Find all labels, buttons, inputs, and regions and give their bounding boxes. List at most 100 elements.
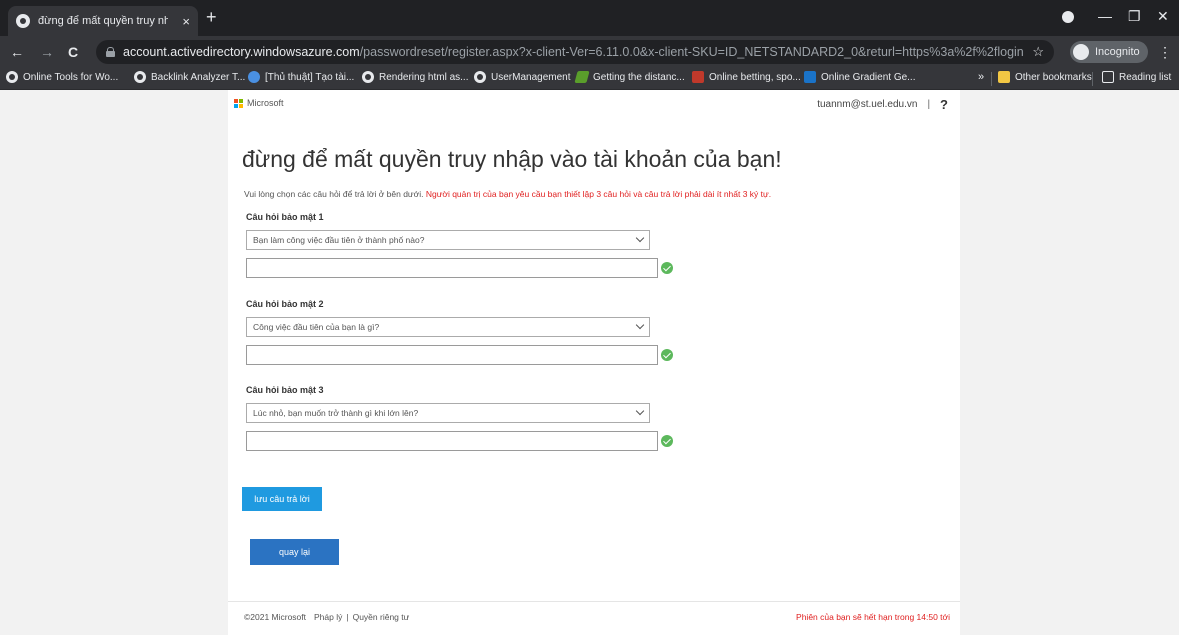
browser-tabstrip: đừng để mất quyền truy nhập vào × + — ❐ … [0, 0, 1179, 36]
bookmark-label: UserManagement [491, 71, 571, 83]
tab-close-icon[interactable]: × [182, 14, 190, 29]
logo-square [234, 103, 238, 108]
browser-tab[interactable]: đừng để mất quyền truy nhập vào × [8, 6, 198, 36]
help-icon[interactable]: ? [940, 97, 948, 112]
browser-menu-icon[interactable]: ⋮ [1158, 44, 1172, 61]
security-question-3-select[interactable]: Lúc nhỏ, bạn muốn trở thành gì khi lớn l… [246, 403, 650, 423]
check-icon [661, 435, 673, 447]
bookmark-star-icon[interactable]: ☆ [1032, 44, 1044, 60]
bookmark-label: Backlink Analyzer T... [151, 71, 246, 83]
minimize-button[interactable]: — [1098, 8, 1112, 24]
bookmark-item[interactable]: Online betting, spo... [692, 71, 801, 83]
security-question-1-label: Câu hỏi bảo mật 1 [246, 212, 324, 222]
globe-icon [16, 14, 30, 28]
logo-square [234, 98, 238, 103]
incognito-badge[interactable]: Incognito [1070, 41, 1148, 63]
security-question-2-label: Câu hỏi bảo mật 2 [246, 299, 324, 309]
reading-list-icon [1102, 71, 1114, 83]
copyright: ©2021 Microsoft [244, 612, 307, 622]
globe-icon [362, 71, 374, 83]
chevron-down-icon [635, 406, 645, 416]
check-icon [661, 262, 673, 274]
header-account: tuannm@st.uel.edu.vn | ? [817, 97, 948, 112]
reload-icon[interactable]: C [68, 44, 78, 60]
bookmark-label: Online betting, spo... [709, 71, 801, 83]
bookmarks-overflow-icon[interactable]: » [978, 71, 984, 83]
security-question-1-select[interactable]: Bạn làm công việc đầu tiên ở thành phố n… [246, 230, 650, 250]
requirement-warning: Người quản trị của bạn yêu cầu bạn thiết… [425, 189, 772, 199]
bookmark-item[interactable]: [Thủ thuật] Tạo tài... [248, 71, 354, 83]
bookmark-item[interactable]: Getting the distanc... [574, 71, 685, 83]
session-expiry-notice: Phiên của bạn sẽ hết hạn trong 14:50 tới [796, 612, 950, 622]
user-email[interactable]: tuannm@st.uel.edu.vn [817, 99, 917, 110]
security-answer-1-input[interactable] [246, 258, 658, 278]
reading-list-label: Reading list [1119, 71, 1172, 83]
content-card: Microsoft tuannm@st.uel.edu.vn | ? đừng … [228, 90, 960, 635]
microsoft-logo: Microsoft [234, 98, 284, 108]
globe-icon [474, 71, 486, 83]
url-host: account.activedirectory.windowsazure.com [123, 45, 360, 59]
chevron-down-icon [635, 233, 645, 243]
bookmark-label: Online Gradient Ge... [821, 71, 916, 83]
close-window-button[interactable]: ✕ [1157, 8, 1169, 25]
security-answer-2-input[interactable] [246, 345, 658, 365]
instructions: Vui lòng chọn các câu hỏi để trả lời ở b… [244, 189, 771, 199]
security-answer-3-input[interactable] [246, 431, 658, 451]
lock-icon[interactable] [106, 47, 115, 57]
bookmark-item[interactable]: Rendering html as... [362, 71, 469, 83]
site-header: Microsoft tuannm@st.uel.edu.vn | ? [228, 90, 960, 116]
security-question-3-label: Câu hỏi bảo mật 3 [246, 385, 324, 395]
forward-arrow-icon[interactable]: → [40, 44, 54, 60]
leaf-icon [574, 71, 590, 83]
url-path: /passwordreset/register.aspx?x-client-Ve… [359, 45, 1023, 59]
selected-question: Bạn làm công việc đầu tiên ở thành phố n… [253, 235, 425, 245]
save-answers-button[interactable]: lưu câu trả lời [242, 487, 322, 511]
back-arrow-icon[interactable]: ← [10, 44, 24, 60]
flag-icon [692, 71, 704, 83]
globe-icon [6, 71, 18, 83]
tab-title: đừng để mất quyền truy nhập vào [38, 15, 168, 27]
page-footer: ©2021 Microsoft Pháp lý | Quyền riêng tư… [228, 601, 960, 635]
bookmark-label: Online Tools for Wo... [23, 71, 119, 83]
footer-links: ©2021 Microsoft Pháp lý | Quyền riêng tư [244, 612, 409, 622]
bookmark-item[interactable]: Online Gradient Ge... [804, 71, 916, 83]
microsoft-logo-icon [234, 98, 243, 108]
selected-question: Công việc đầu tiên của bạn là gì? [253, 322, 380, 332]
footer-separator: | [346, 612, 349, 622]
selected-question: Lúc nhỏ, bạn muốn trở thành gì khi lớn l… [253, 408, 419, 418]
browser-toolbar: ← → C account.activedirectory.windowsazu… [0, 36, 1179, 68]
header-separator: | [927, 99, 931, 110]
page-viewport: Microsoft tuannm@st.uel.edu.vn | ? đừng … [0, 90, 1179, 635]
address-bar[interactable]: account.activedirectory.windowsazure.com… [96, 40, 1054, 64]
logo-square [239, 98, 243, 103]
amazon-icon [804, 71, 816, 83]
bookmarks-divider [1092, 72, 1093, 86]
back-button[interactable]: quay lại [250, 539, 339, 565]
reading-list[interactable]: Reading list [1102, 71, 1171, 83]
page-title: đừng để mất quyền truy nhập vào tài khoả… [242, 146, 782, 172]
folder-icon [998, 71, 1010, 83]
globe-icon [134, 71, 146, 83]
bookmark-label: [Thủ thuật] Tạo tài... [265, 71, 355, 83]
bookmark-label: Rendering html as... [379, 71, 469, 83]
incognito-label: Incognito [1095, 46, 1140, 58]
bird-icon [248, 71, 260, 83]
profile-icon[interactable] [1062, 11, 1074, 23]
bookmark-item[interactable]: Online Tools for Wo... [6, 71, 118, 83]
legal-link[interactable]: Pháp lý [314, 612, 342, 622]
brand-name: Microsoft [247, 98, 284, 108]
check-icon [661, 349, 673, 361]
bookmark-item[interactable]: UserManagement [474, 71, 570, 83]
security-question-2-select[interactable]: Công việc đầu tiên của bạn là gì? [246, 317, 650, 337]
logo-square [239, 103, 243, 108]
instruction-text: Vui lòng chọn các câu hỏi để trả lời ở b… [244, 189, 424, 199]
new-tab-button[interactable]: + [206, 8, 217, 26]
other-bookmarks[interactable]: Other bookmarks [998, 71, 1092, 83]
other-bookmarks-label: Other bookmarks [1015, 71, 1092, 83]
bookmark-item[interactable]: Backlink Analyzer T... [134, 71, 245, 83]
incognito-icon [1073, 44, 1089, 60]
restore-button[interactable]: ❐ [1128, 8, 1141, 25]
bookmarks-bar: Online Tools for Wo... Backlink Analyzer… [0, 68, 1179, 90]
privacy-link[interactable]: Quyền riêng tư [353, 612, 410, 622]
bookmarks-divider [991, 72, 992, 86]
